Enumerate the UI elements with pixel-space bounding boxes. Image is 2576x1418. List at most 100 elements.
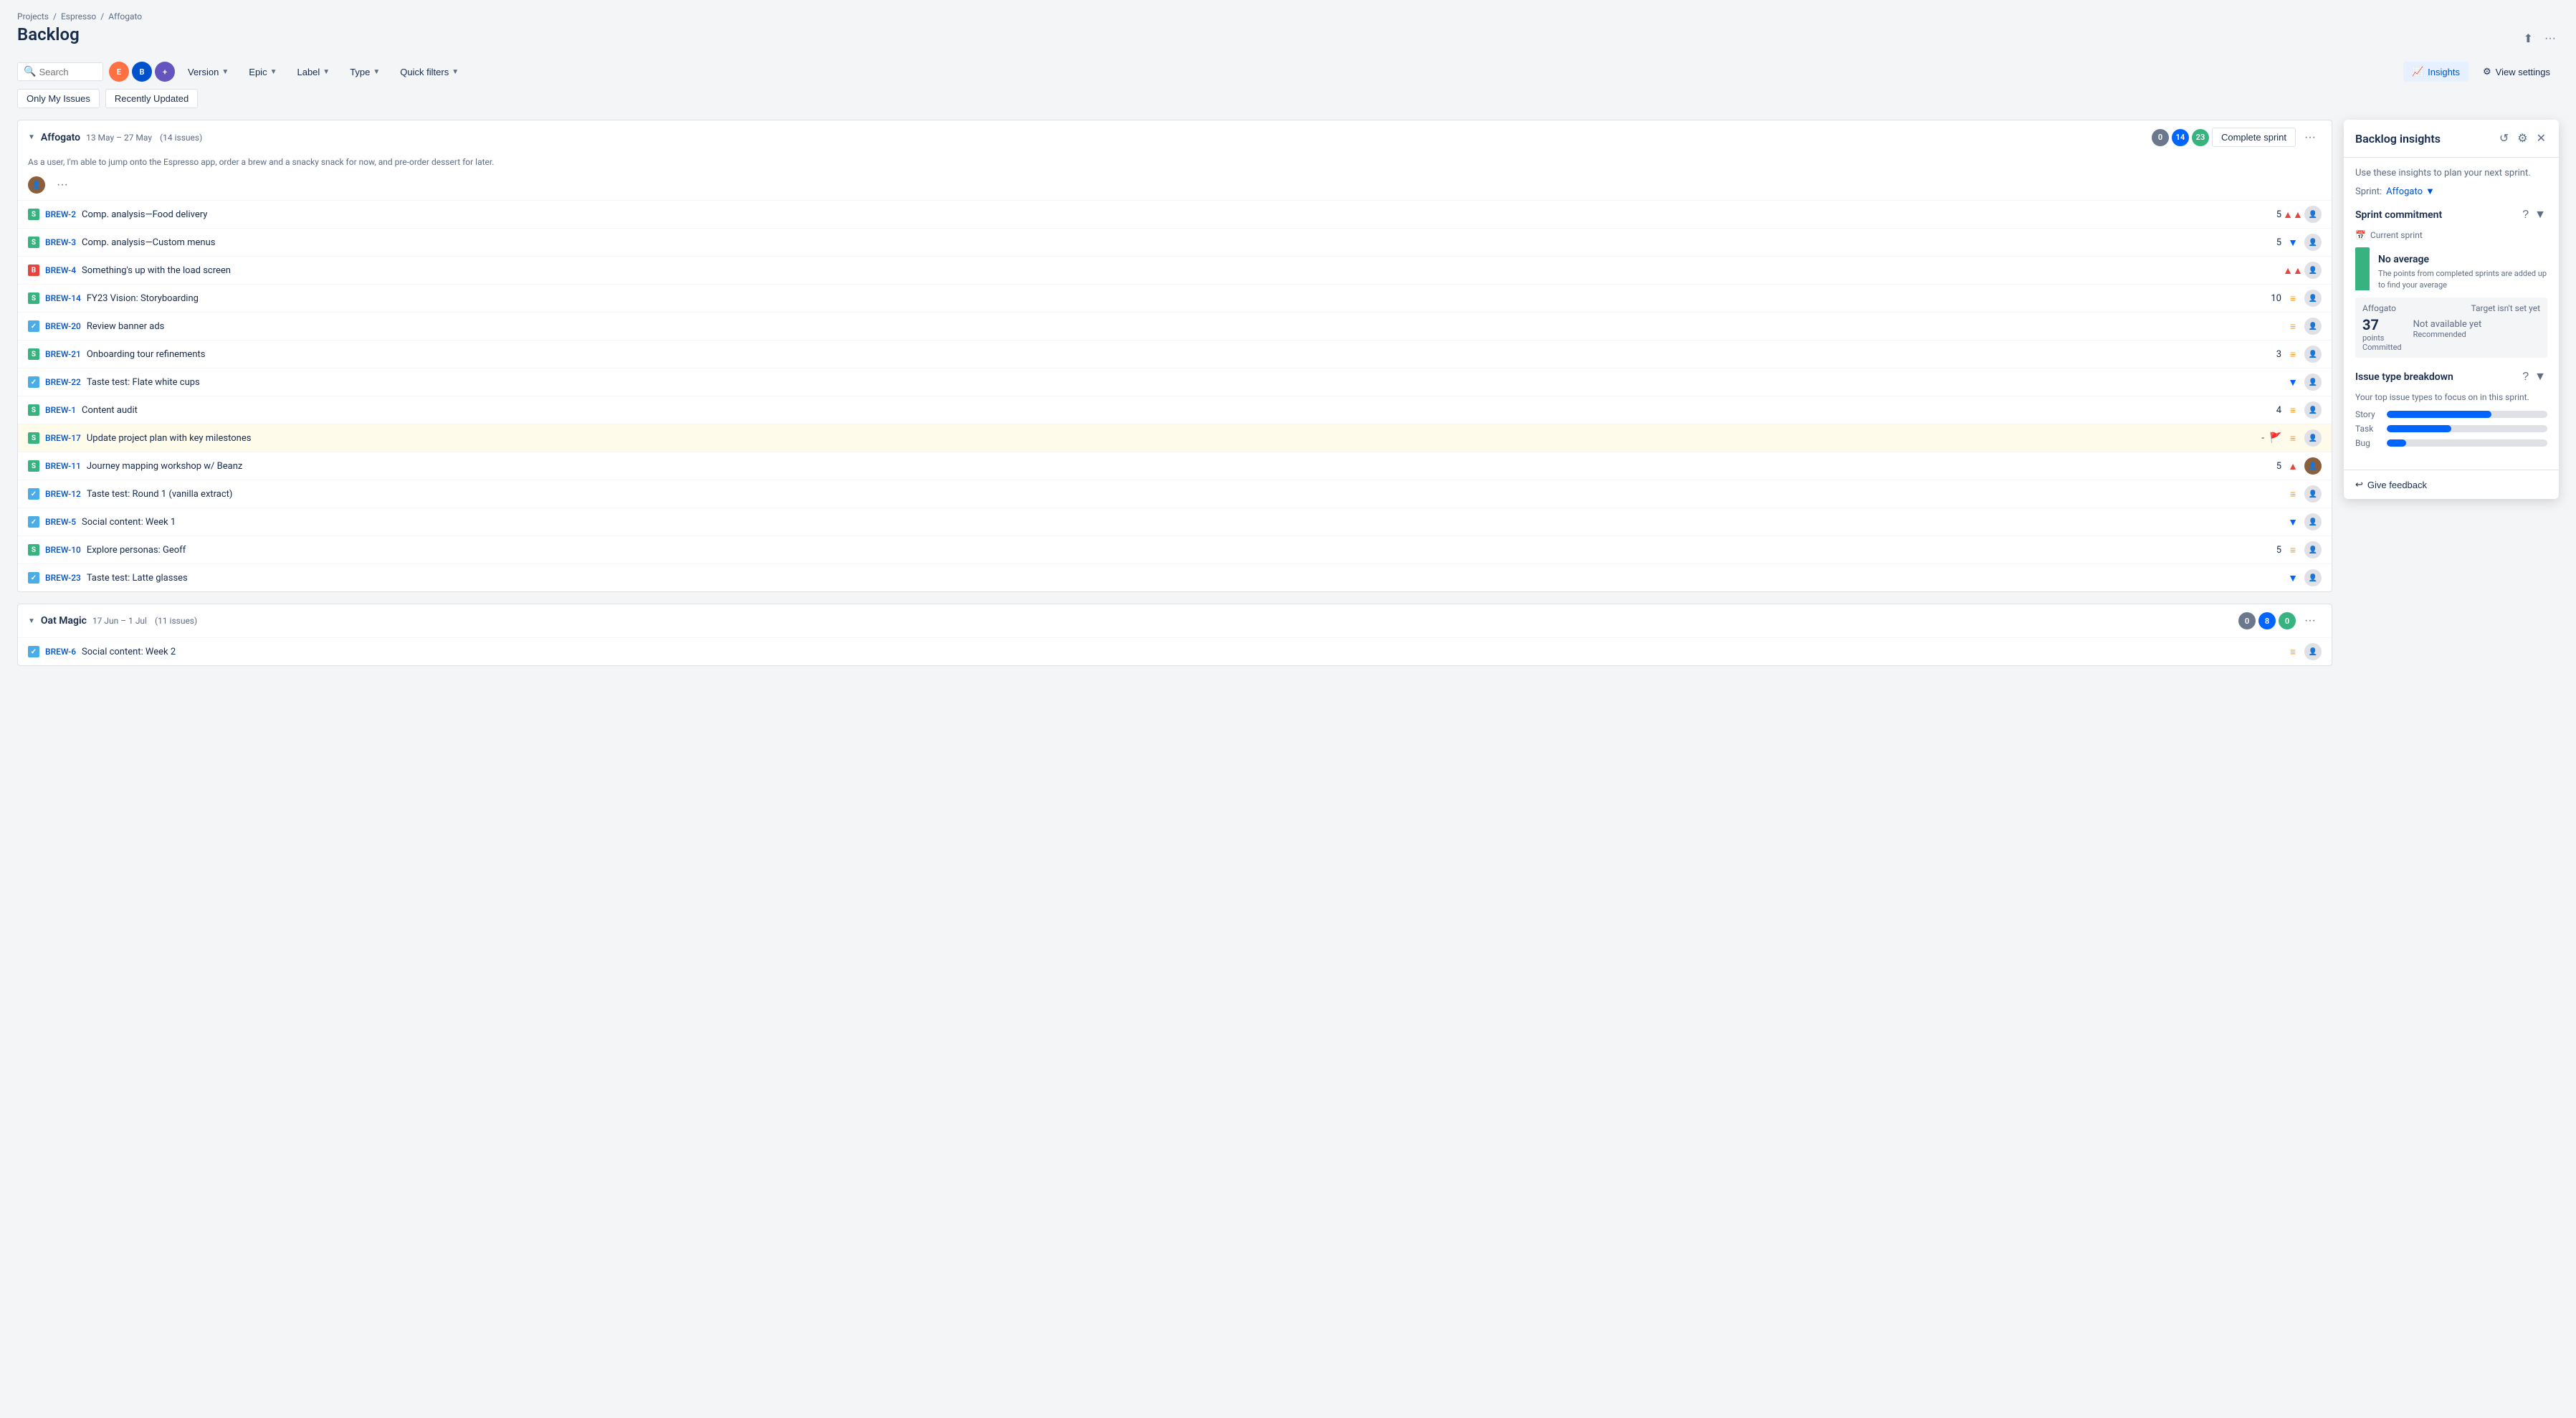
issue-key[interactable]: BREW-17 <box>45 433 81 443</box>
complete-sprint-button[interactable]: Complete sprint <box>2212 128 2296 147</box>
breakdown-bar-bug <box>2387 439 2406 447</box>
view-settings-button[interactable]: ⚙ View settings <box>2474 62 2559 82</box>
breakdown-collapse-icon[interactable]: ▼ <box>2533 369 2547 385</box>
avatar-2[interactable]: B <box>132 62 152 82</box>
feedback-button[interactable]: ↩ Give feedback <box>2355 479 2427 490</box>
issue-row-brew17[interactable]: S BREW-17 Update project plan with key m… <box>18 424 2332 452</box>
issue-key[interactable]: BREW-20 <box>45 321 81 331</box>
more-options-button[interactable]: ··· <box>2542 29 2559 49</box>
issue-row-brew22[interactable]: ✓ BREW-22 Taste test: Flate white cups ▼… <box>18 368 2332 396</box>
issue-key[interactable]: BREW-4 <box>45 265 76 275</box>
issue-key[interactable]: BREW-5 <box>45 517 76 527</box>
assignee-avatar: 👤 <box>2304 541 2322 558</box>
issue-row-brew11[interactable]: S BREW-11 Journey mapping workshop w/ Be… <box>18 452 2332 480</box>
type-filter[interactable]: Type ▼ <box>343 63 387 81</box>
sprint-badges: 0 14 23 Complete sprint ··· <box>2152 128 2322 147</box>
issue-row-brew2[interactable]: S BREW-2 Comp. analysis—Food delivery 5 … <box>18 200 2332 228</box>
badge-green: 23 <box>2192 129 2209 146</box>
sprint2-more-button[interactable]: ··· <box>2299 612 2322 630</box>
story-icon: S <box>28 292 39 304</box>
sprint-selector-label: Sprint: <box>2355 186 2382 197</box>
issue-key[interactable]: BREW-2 <box>45 209 76 219</box>
collapse-section-icon[interactable]: ▼ <box>2533 207 2547 223</box>
priority-med-icon: ≡ <box>2287 488 2299 500</box>
sprint-more-button[interactable]: ··· <box>2299 128 2322 147</box>
issue-row-brew5[interactable]: ✓ BREW-5 Social content: Week 1 ▼ 👤 <box>18 508 2332 536</box>
version-filter[interactable]: Version ▼ <box>181 63 236 81</box>
priority-high-icon: ▲▲ <box>2287 209 2299 220</box>
issue-row-brew12[interactable]: ✓ BREW-12 Taste test: Round 1 (vanilla e… <box>18 480 2332 508</box>
search-icon: 🔍 <box>24 66 36 77</box>
issue-key[interactable]: BREW-14 <box>45 293 81 303</box>
no-average-desc: The points from completed sprints are ad… <box>2378 268 2547 290</box>
issue-key[interactable]: BREW-21 <box>45 349 81 359</box>
epic-filter[interactable]: Epic ▼ <box>242 63 284 81</box>
priority-low-icon: ▼ <box>2287 516 2299 528</box>
breakdown-bar-task-container <box>2387 425 2547 432</box>
label-filter[interactable]: Label ▼ <box>290 63 337 81</box>
issue-key[interactable]: BREW-22 <box>45 377 81 387</box>
close-icon[interactable]: ✕ <box>2535 130 2547 147</box>
issue-key[interactable]: BREW-3 <box>45 237 76 247</box>
issue-row-brew20[interactable]: ✓ BREW-20 Review banner ads ≡ 👤 <box>18 312 2332 340</box>
refresh-icon[interactable]: ↺ <box>2498 130 2510 147</box>
quick-filters-button[interactable]: Quick filters ▼ <box>393 63 466 81</box>
avatar-add[interactable]: + <box>155 62 175 82</box>
priority-high-med-icon: ▲ <box>2287 460 2299 472</box>
sprint-header-oatmagic[interactable]: ▼ Oat Magic 17 Jun – 1 Jul (11 issues) 0… <box>18 604 2332 637</box>
only-my-issues-button[interactable]: Only My Issues <box>17 89 100 108</box>
issue-key[interactable]: BREW-10 <box>45 545 81 555</box>
issue-summary: Something's up with the load screen <box>82 265 2258 276</box>
insights-subtitle: Use these insights to plan your next spr… <box>2355 168 2547 179</box>
breadcrumb-affogato: Affogato <box>108 11 142 22</box>
breakdown-bar-bug-container <box>2387 439 2547 447</box>
issue-summary: Content audit <box>82 405 2258 416</box>
insights-button[interactable]: 📈 Insights <box>2403 62 2468 82</box>
priority-low-icon: ▼ <box>2287 376 2299 388</box>
sprint-header-affogato[interactable]: ▼ Affogato 13 May – 27 May (14 issues) 0… <box>18 120 2332 154</box>
issue-key[interactable]: BREW-12 <box>45 489 81 499</box>
flag-icon: 🚩 <box>2270 432 2281 444</box>
quick-filters-bar: Only My Issues Recently Updated <box>17 89 2559 108</box>
help-icon[interactable]: ? <box>2521 207 2530 223</box>
issue-row-brew3[interactable]: S BREW-3 Comp. analysis—Custom menus 5 ▼… <box>18 228 2332 256</box>
issue-summary: Comp. analysis—Food delivery <box>82 209 2258 220</box>
issue-summary: Social content: Week 1 <box>82 517 2258 528</box>
issue-summary: Taste test: Latte glasses <box>87 573 2258 584</box>
issue-key[interactable]: BREW-11 <box>45 461 81 471</box>
issue-key[interactable]: BREW-6 <box>45 647 76 657</box>
breakdown-row-bug: Bug <box>2355 438 2547 448</box>
assignee-avatar: 👤 <box>2304 401 2322 419</box>
issue-row-brew21[interactable]: S BREW-21 Onboarding tour refinements 3 … <box>18 340 2332 368</box>
sprint-assignee-more[interactable]: ··· <box>51 176 74 194</box>
search-box[interactable]: 🔍 <box>17 62 103 81</box>
issue-summary: Review banner ads <box>87 321 2258 332</box>
recently-updated-button[interactable]: Recently Updated <box>105 89 198 108</box>
assignee-avatar: 👤 <box>2304 206 2322 223</box>
sprint-commitment-title: Sprint commitment <box>2355 209 2442 221</box>
sprint-selector-value[interactable]: Affogato ▼ <box>2386 186 2435 197</box>
issue-key[interactable]: BREW-1 <box>45 405 76 415</box>
search-input[interactable] <box>39 67 96 77</box>
issue-row-brew6[interactable]: ✓ BREW-6 Social content: Week 2 ≡ 👤 <box>18 637 2332 665</box>
breadcrumb-projects[interactable]: Projects <box>17 11 49 22</box>
issue-row-brew23[interactable]: ✓ BREW-23 Taste test: Latte glasses ▼ 👤 <box>18 563 2332 591</box>
insights-panel-title: Backlog insights <box>2355 132 2492 146</box>
badge2-green: 0 <box>2279 612 2296 629</box>
issue-row-brew14[interactable]: S BREW-14 FY23 Vision: Storyboarding 10 … <box>18 284 2332 312</box>
issue-row-brew1[interactable]: S BREW-1 Content audit 4 ≡ 👤 <box>18 396 2332 424</box>
settings-icon[interactable]: ⚙ <box>2516 130 2529 147</box>
share-button[interactable]: ⬆ <box>2521 29 2536 49</box>
issue-points: 5 <box>2264 461 2281 472</box>
priority-high-icon: ▲▲ <box>2287 265 2299 276</box>
breadcrumb-espresso[interactable]: Espresso <box>61 11 96 22</box>
issue-key[interactable]: BREW-23 <box>45 573 81 583</box>
breakdown-help-icon[interactable]: ? <box>2521 369 2530 385</box>
priority-med-icon: ≡ <box>2287 292 2299 304</box>
issue-row-brew4[interactable]: B BREW-4 Something's up with the load sc… <box>18 256 2332 284</box>
avatar-1[interactable]: E <box>109 62 129 82</box>
issue-row-brew10[interactable]: S BREW-10 Explore personas: Geoff 5 ≡ 👤 <box>18 536 2332 563</box>
sprint-description: As a user, I'm able to jump onto the Esp… <box>18 154 2332 173</box>
assignee-avatar: 👤 <box>2304 346 2322 363</box>
assignee-avatar: 👤 <box>2304 569 2322 586</box>
